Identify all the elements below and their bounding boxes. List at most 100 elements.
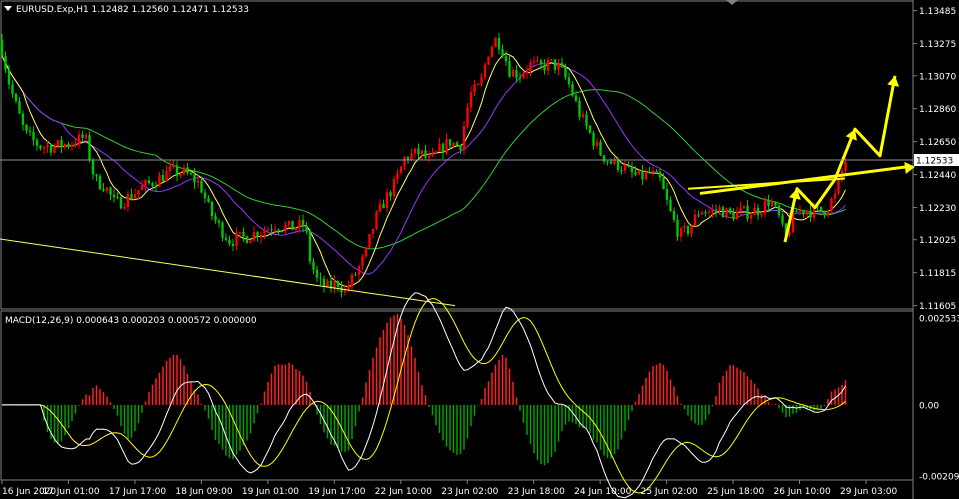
candle-body [315,269,319,278]
candle-body [378,203,382,212]
candle-body [102,189,105,191]
candle-body [833,193,837,199]
time-tick-label: 29 Jun 03:00 [840,487,897,497]
candle-body [669,199,672,211]
candle-body [238,231,242,234]
candle-body [49,145,53,153]
candle-body [130,194,133,199]
candle-body [494,37,497,48]
candle-body [819,206,823,211]
candle-body [564,66,567,78]
candle-body [53,146,56,153]
candle-body [354,274,357,276]
time-tick-label: 22 Jun 10:00 [375,487,432,497]
candle-body [711,209,714,212]
candle-body [161,175,165,182]
candle-body [795,210,798,213]
candle-body [249,240,252,244]
candle-body [742,205,746,208]
candle-body [473,84,476,93]
candle-body [448,139,452,146]
macd-header: MACD(12,26,9) 0.000643 0.000203 0.000572… [5,316,257,326]
candle-body [364,247,368,257]
candle-body [179,174,182,176]
price-tick-label: 1.12650 [919,138,956,148]
candle-body [431,153,434,156]
candle-body [620,169,623,171]
candle-body [623,165,627,171]
candle-body [25,124,28,131]
candle-body [305,226,308,231]
dropdown-triangle-icon[interactable] [4,6,12,11]
candle-body [574,95,578,101]
candle-body [606,161,609,163]
candle-body [690,226,693,234]
candle-body [235,233,238,246]
time-axis: 16 Jun 202017 Jun 01:00 17 Jun 17:00 18 Ju… [1,480,897,497]
candle-body [326,280,329,287]
candle-body [280,230,284,232]
candle-body [434,151,438,154]
candle-body [658,171,662,178]
chart-shift-marker-icon[interactable] [726,0,738,5]
time-tick-label: 23 Jun 18:00 [508,487,565,497]
candle-body [774,202,777,206]
candle-body [98,176,102,190]
macd-tick-label: 0.00 [919,401,939,411]
candle-body [609,161,613,164]
candle-body [525,71,529,74]
candle-body [256,232,259,238]
candle-body [32,132,35,140]
candle-body [567,77,571,85]
candle-body [532,61,536,63]
candle-body [42,147,46,149]
candle-body [221,222,224,238]
candle-body [595,141,599,146]
candle-body [336,281,340,288]
candle-body [518,77,522,79]
candle-body [424,150,427,158]
candle-body [578,100,581,118]
candle-body [277,229,280,231]
candle-body [133,194,137,199]
time-tick-label: 24 Jun 10:00 [574,487,631,497]
candle-body [259,234,263,238]
candle-body [7,69,11,85]
time-tick-label: 25 Jun 18:00 [707,487,764,497]
candle-body [357,266,361,276]
candle-body [189,173,193,175]
candle-body [732,213,735,220]
candle-body [11,84,14,94]
ma-slow-line [1,55,846,250]
candle-body [798,210,802,213]
candle-body [18,101,21,114]
candle-body [539,60,543,65]
candle-body [760,213,763,216]
time-tick-label: 19 Jun 17:00 [308,487,365,497]
candle-body [263,230,266,235]
candle-body [553,59,557,70]
candle-body [70,144,74,147]
candle-body [340,287,343,293]
candle-body [802,210,805,214]
candle-body [56,139,60,147]
candle-body [270,229,273,231]
candle-body [651,170,655,173]
candle-body [406,157,410,160]
candle-body [105,187,109,191]
candle-body [543,64,546,71]
candle-body [777,205,781,216]
candle-body [823,210,826,216]
candle-body [672,210,676,220]
candle-body [445,139,448,154]
candle-body [28,130,32,133]
candle-body [123,206,126,209]
candle-body [655,170,658,172]
candle-body [417,148,420,155]
candle-body [403,157,406,167]
candle-body [763,200,767,214]
candle-body [312,261,315,270]
candle-body [112,194,116,198]
main-panel-frame [0,0,914,310]
candle-body [245,236,249,244]
